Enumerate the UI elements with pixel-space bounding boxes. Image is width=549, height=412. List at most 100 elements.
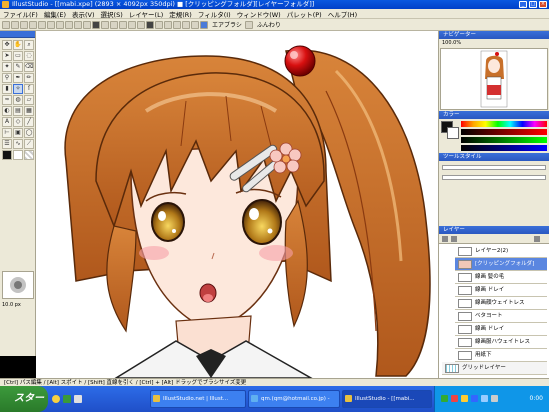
zoom-out-icon[interactable] xyxy=(83,20,91,29)
menu-window[interactable]: ウィンドウ(W) xyxy=(237,9,281,19)
menu-help[interactable]: ヘルプ(H) xyxy=(328,9,357,19)
layer-row[interactable]: 用紙下 xyxy=(455,349,547,362)
blend-mode-icon[interactable] xyxy=(442,236,448,242)
taskbar-item[interactable]: qm.(qm@hotmail.co.jp) - xyxy=(248,390,340,408)
red-slider[interactable] xyxy=(461,129,547,135)
eraser-select-icon[interactable]: ⌫ xyxy=(24,62,34,72)
cut-icon[interactable] xyxy=(47,20,55,29)
zoom-readout[interactable]: 100.0% xyxy=(440,40,548,47)
zoom-tool-icon[interactable]: ⌕ xyxy=(24,40,34,50)
flip-icon[interactable] xyxy=(182,20,190,29)
color-panel-header[interactable]: カラー xyxy=(439,111,549,119)
select-pen-icon[interactable]: ✎ xyxy=(13,62,23,72)
layer-row[interactable]: 線画顔ウェイトレス xyxy=(455,297,547,310)
text-tool-icon[interactable]: A xyxy=(2,117,12,127)
menu-ruler[interactable]: 定規(R) xyxy=(169,9,192,19)
airbrush-tool-icon[interactable] xyxy=(200,20,208,29)
object-select-icon[interactable]: ➤ xyxy=(2,51,12,61)
drawing-canvas[interactable] xyxy=(36,31,438,378)
effect-line-icon[interactable]: ☰ xyxy=(2,139,12,149)
eyedropper-icon[interactable]: ⚲ xyxy=(2,73,12,83)
rect-select-icon[interactable]: ▭ xyxy=(13,51,23,61)
tray-icon[interactable] xyxy=(461,395,468,402)
tool-style-header[interactable]: ツールスタイル xyxy=(439,153,549,161)
brush-size-readout[interactable]: 10.0 px xyxy=(2,301,34,309)
opacity-slider[interactable] xyxy=(442,175,546,180)
rotate-icon[interactable] xyxy=(92,20,100,29)
grid-icon[interactable] xyxy=(119,20,127,29)
sub-color-swatch[interactable] xyxy=(447,127,459,139)
color-transparent-icon[interactable] xyxy=(24,150,34,160)
copy-icon[interactable] xyxy=(56,20,64,29)
brush-option-label[interactable]: ふんわり xyxy=(257,20,281,29)
menu-filter[interactable]: フィルタ(I) xyxy=(198,9,231,19)
eraser-icon[interactable]: ▱ xyxy=(24,95,34,105)
navigator-preview[interactable] xyxy=(440,48,548,110)
brush-icon[interactable]: ſ xyxy=(24,84,34,94)
lasso-icon[interactable]: ◌ xyxy=(24,51,34,61)
selection-icon[interactable] xyxy=(155,20,163,29)
zoom-in-icon[interactable] xyxy=(74,20,82,29)
clear-icon[interactable] xyxy=(164,20,172,29)
navigator-header[interactable]: ナビゲーター xyxy=(439,31,549,39)
start-button[interactable]: スタート xyxy=(0,386,48,412)
shape-tool-icon[interactable]: ◇ xyxy=(13,117,23,127)
green-slider[interactable] xyxy=(461,137,547,143)
pencil-icon[interactable]: ✏ xyxy=(24,73,34,83)
layer-row[interactable]: 線画 髪の毛 xyxy=(455,271,547,284)
ruler-icon[interactable] xyxy=(110,20,118,29)
open-file-icon[interactable] xyxy=(11,20,19,29)
redo-icon[interactable] xyxy=(38,20,46,29)
new-file-icon[interactable] xyxy=(2,20,10,29)
paste-icon[interactable] xyxy=(65,20,73,29)
pattern-icon[interactable]: ▦ xyxy=(24,106,34,116)
blue-slider[interactable] xyxy=(461,145,547,151)
airbrush-icon[interactable]: ✧ xyxy=(13,84,23,94)
layer-panel-header[interactable]: レイヤー xyxy=(439,226,549,234)
layer-row[interactable]: レイヤー2(2) xyxy=(455,245,547,258)
blend-icon[interactable]: ◍ xyxy=(13,95,23,105)
fit-icon[interactable] xyxy=(101,20,109,29)
magic-wand-icon[interactable]: ✦ xyxy=(2,62,12,72)
menu-palette[interactable]: パレット(P) xyxy=(287,9,322,19)
fill-icon[interactable] xyxy=(173,20,181,29)
fill-tool-icon[interactable]: ◐ xyxy=(2,106,12,116)
menu-view[interactable]: 表示(V) xyxy=(72,9,95,19)
layer-row[interactable]: 線画服ハウェイトレス xyxy=(455,336,547,349)
hand-tool-icon[interactable]: ✋ xyxy=(13,40,23,50)
transform-icon[interactable] xyxy=(137,20,145,29)
lock-icon[interactable] xyxy=(451,236,457,242)
tray-icon[interactable] xyxy=(471,395,478,402)
undo-icon[interactable] xyxy=(29,20,37,29)
layer-row[interactable]: 線画 ドレイ xyxy=(455,323,547,336)
new-layer-icon[interactable] xyxy=(534,236,540,242)
marker-icon[interactable]: ▮ xyxy=(2,84,12,94)
color-main-icon[interactable] xyxy=(2,150,12,160)
gradient-icon[interactable]: ▤ xyxy=(13,106,23,116)
media-icon[interactable] xyxy=(63,395,71,403)
menu-edit[interactable]: 編集(E) xyxy=(44,9,66,19)
balloon-tool-icon[interactable]: ◯ xyxy=(24,128,34,138)
ruler-tool-icon[interactable]: ⊢ xyxy=(2,128,12,138)
browser-icon[interactable] xyxy=(52,395,60,403)
tray-icon[interactable] xyxy=(481,395,488,402)
taskbar-item[interactable]: IllustStudio - [[mabi... xyxy=(342,390,432,408)
menu-file[interactable]: ファイル(F) xyxy=(3,9,38,19)
line-tool-icon[interactable]: ╱ xyxy=(24,117,34,127)
mask-icon[interactable] xyxy=(146,20,154,29)
snap-icon[interactable] xyxy=(128,20,136,29)
layer-row[interactable]: 線画 ドレイ xyxy=(455,284,547,297)
close-button[interactable]: × xyxy=(539,1,547,8)
desktop-icon[interactable] xyxy=(74,395,82,403)
brush-size-slider[interactable] xyxy=(442,165,546,170)
save-icon[interactable] xyxy=(20,20,28,29)
layer-icon[interactable] xyxy=(191,20,199,29)
hue-slider[interactable] xyxy=(461,121,547,127)
frame-tool-icon[interactable]: ▣ xyxy=(13,128,23,138)
layer-row[interactable]: ベタヨート xyxy=(455,310,547,323)
taskbar-item[interactable]: IllustStudio.net | Illust... xyxy=(150,390,246,408)
tray-icon[interactable] xyxy=(451,395,458,402)
tray-icon[interactable] xyxy=(441,395,448,402)
menu-select[interactable]: 選択(S) xyxy=(101,9,123,19)
watercolor-icon[interactable]: ≈ xyxy=(2,95,12,105)
